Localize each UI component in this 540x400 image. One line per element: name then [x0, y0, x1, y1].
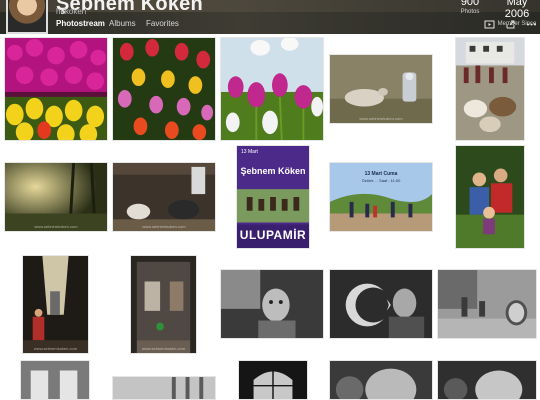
photo-boy-closeup-bw-2[interactable] — [437, 360, 537, 400]
photo-barn-goat[interactable]: www.sebnemkoken.com — [112, 162, 216, 232]
photo-forest-light[interactable]: www.sebnemkoken.com — [4, 162, 108, 232]
photo-event-poster[interactable]: 13 Mart Şebnem Köken ULUPAMİR — [236, 145, 310, 249]
profile-subnav: Photostream Albums Favorites — [0, 16, 540, 34]
poster-name: Şebnem Köken — [240, 166, 306, 176]
photo-train-window[interactable] — [20, 360, 90, 400]
photo-watermark: www.sebnemkoken.com — [34, 224, 78, 229]
profile-header: Şebnem Köken hdkoken 900 Photos May 2006… — [0, 0, 540, 34]
photo-arched-window-bw[interactable] — [238, 360, 308, 400]
photo-old-alley[interactable]: www.sebnemkoken.com — [22, 255, 89, 354]
photo-watermark: www.sebnemkoken.com — [142, 224, 186, 229]
stat-photos-label: Photos — [460, 9, 480, 15]
photo-village-goats[interactable] — [455, 37, 525, 141]
tab-albums[interactable]: Albums — [109, 19, 136, 28]
photo-goat-resting[interactable]: www.sebnemkoken.com — [329, 54, 433, 124]
tab-favorites[interactable]: Favorites — [146, 19, 179, 28]
poster-title: ULUPAMİR — [239, 228, 307, 242]
photo-tulips-closeup[interactable] — [220, 37, 324, 141]
more-icon[interactable] — [526, 19, 537, 30]
photo-building-bw[interactable] — [112, 376, 216, 400]
photo-boys-child[interactable] — [455, 145, 525, 249]
photo-boy-portrait-bw[interactable] — [220, 269, 324, 339]
tab-photostream[interactable]: Photostream — [56, 19, 105, 28]
photo-playground-event[interactable]: 13 Mart Cuma Öztürk ... Saat : 11:00 — [329, 162, 433, 232]
photo-flag-boy-bw[interactable] — [329, 269, 433, 339]
poster-date: 13 Mart — [241, 149, 258, 155]
photo-watermark: www.sebnemkoken.com — [33, 346, 78, 351]
photo-children-street-bw[interactable] — [437, 269, 537, 339]
stat-photos: 900 Photos — [452, 0, 488, 15]
photo-watermark: www.sebnemkoken.com — [141, 346, 186, 351]
stat-photos-value: 900 — [460, 0, 480, 8]
photo-boy-closeup-bw[interactable] — [329, 360, 433, 400]
photo-tulips-mixed[interactable] — [112, 37, 216, 141]
event-subtitle: Öztürk ... Saat : 11:00 — [361, 178, 401, 183]
share-icon[interactable] — [505, 19, 516, 30]
profile-handle: hdkoken — [56, 7, 87, 16]
event-title: 13 Mart Cuma — [364, 171, 398, 177]
photo-watermark: www.sebnemkoken.com — [359, 116, 403, 121]
photo-doorway[interactable]: www.sebnemkoken.com — [130, 255, 197, 354]
slideshow-icon[interactable] — [484, 19, 495, 30]
photo-tulips-pink-yellow[interactable] — [4, 37, 108, 141]
